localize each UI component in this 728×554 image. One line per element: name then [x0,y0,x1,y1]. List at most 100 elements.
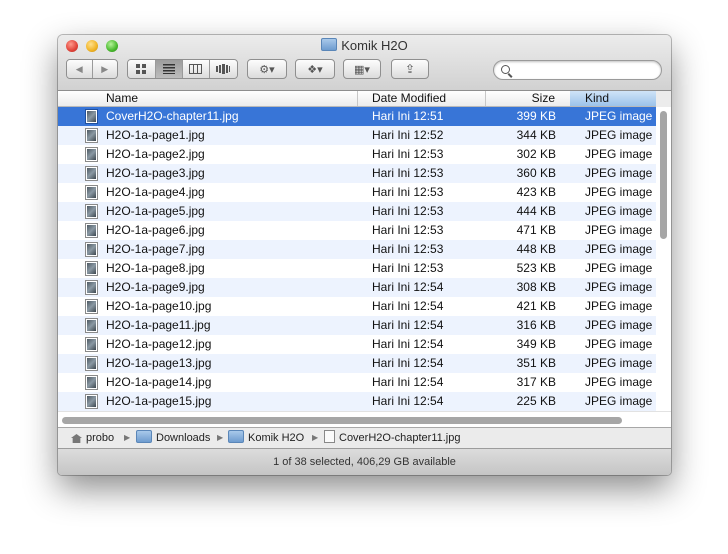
coverflow-view-icon [216,64,231,74]
gear-icon: ⚙▾ [259,63,275,76]
file-name: H2O-1a-page13.jpg [106,356,212,370]
status-text: 1 of 38 selected, 406,29 GB available [273,456,456,468]
file-row[interactable]: H2O-1a-page12.jpg Hari Ini 12:54 349 KB JPE… [58,335,656,354]
jpeg-thumbnail-icon [85,128,98,143]
jpeg-thumbnail-icon [85,394,98,409]
file-row[interactable]: H2O-1a-page2.jpg Hari Ini 12:53 302 KB JPEG… [58,145,656,164]
file-date-modified: Hari Ini 12:53 [372,261,444,275]
back-button[interactable]: ◀ [67,60,93,78]
size-column-header[interactable]: Size [486,91,570,106]
file-date-modified: Hari Ini 12:53 [372,223,444,237]
share-button[interactable]: ⇪ [391,59,429,79]
file-kind: JPEG image [585,375,653,389]
file-row[interactable]: H2O-1a-page5.jpg Hari Ini 12:53 444 KB JPEG… [58,202,656,221]
window-title-text: Komik H2O [341,38,408,53]
file-row[interactable]: H2O-1a-page9.jpg Hari Ini 12:54 308 KB JPEG… [58,278,656,297]
path-item-komik[interactable]: Komik H2O [228,428,304,448]
date-column-header[interactable]: Date Modified [358,91,486,106]
file-name: H2O-1a-page4.jpg [106,185,205,199]
file-kind: JPEG image [585,242,653,256]
file-name: H2O-1a-page12.jpg [106,337,212,351]
dropbox-menu-button[interactable]: ❖▾ [295,59,335,79]
file-row[interactable]: H2O-1a-page14.jpg Hari Ini 12:54 317 KB JPE… [58,373,656,392]
file-kind: JPEG image [585,261,653,275]
icon-view-icon [135,63,146,74]
file-size: 523 KB [516,261,556,275]
file-row[interactable]: H2O-1a-page8.jpg Hari Ini 12:53 523 KB JPEG… [58,259,656,278]
file-kind: JPEG image [585,185,653,199]
column-view-button[interactable] [183,60,210,78]
file-row[interactable]: H2O-1a-page10.jpg Hari Ini 12:54 421 KB JPE… [58,297,656,316]
path-item-home[interactable]: probo [71,428,114,448]
jpeg-thumbnail-icon [85,375,98,390]
coverflow-view-button[interactable] [209,60,237,78]
view-mode-control [127,59,238,79]
jpeg-thumbnail-icon [85,185,98,200]
file-row[interactable]: H2O-1a-page4.jpg Hari Ini 12:53 423 KB JPEG… [58,183,656,202]
file-size: 448 KB [516,242,556,256]
file-row[interactable]: CoverH2O-chapter11.jpg Hari Ini 12:51 399 … [58,107,656,126]
kind-column-header[interactable]: Kind [570,91,656,106]
file-date-modified: Hari Ini 12:54 [372,299,444,313]
file-size: 444 KB [516,204,556,218]
file-name: H2O-1a-page8.jpg [106,261,205,275]
vertical-scrollbar[interactable] [656,107,671,411]
vertical-scroll-thumb[interactable] [660,111,667,239]
jpeg-thumbnail-icon [85,242,98,257]
file-name: H2O-1a-page15.jpg [106,394,212,408]
file-size: 399 KB [516,109,556,123]
forward-button[interactable]: ▶ [92,60,117,78]
file-size: 316 KB [516,318,556,332]
file-name: H2O-1a-page3.jpg [106,166,205,180]
file-size: 423 KB [516,185,556,199]
home-icon [71,434,82,443]
action-menu-button[interactable]: ⚙▾ [247,59,287,79]
horizontal-scrollbar[interactable] [58,411,671,427]
status-bar: 1 of 38 selected, 406,29 GB available [58,448,671,475]
list-view-button[interactable] [155,60,183,78]
file-name: H2O-1a-page6.jpg [106,223,205,237]
search-field[interactable] [493,60,662,80]
file-name: H2O-1a-page11.jpg [106,318,211,332]
file-kind: JPEG image [585,147,653,161]
jpeg-thumbnail-icon [85,299,98,314]
file-kind: JPEG image [585,318,653,332]
file-row[interactable]: H2O-1a-page1.jpg Hari Ini 12:52 344 KB JPEG… [58,126,656,145]
path-bar: probo ▶ Downloads ▶ Komik H2O ▶ CoverH2O… [58,427,671,448]
icon-view-button[interactable] [128,60,156,78]
file-size: 349 KB [516,337,556,351]
jpeg-thumbnail-icon [85,109,98,124]
search-input[interactable] [514,63,658,79]
path-separator-icon: ▶ [124,433,131,442]
name-column-header[interactable]: Name [58,91,358,106]
folder-icon [228,430,244,443]
jpeg-thumbnail-icon [85,147,98,162]
arrange-menu-button[interactable]: ▦▾ [343,59,381,79]
file-name: H2O-1a-page7.jpg [106,242,205,256]
path-item-downloads[interactable]: Downloads [136,428,210,448]
column-view-icon [189,64,203,74]
file-row[interactable]: H2O-1a-page3.jpg Hari Ini 12:53 360 KB JPEG… [58,164,656,183]
horizontal-scroll-thumb[interactable] [62,417,622,424]
file-date-modified: Hari Ini 12:54 [372,356,444,370]
file-size: 225 KB [516,394,556,408]
file-size: 360 KB [516,166,556,180]
path-item-file[interactable]: CoverH2O-chapter11.jpg [324,428,460,448]
path-separator-icon: ▶ [217,433,224,442]
dropbox-icon: ❖▾ [307,63,323,76]
file-kind: JPEG image [585,356,653,370]
file-row[interactable]: H2O-1a-page15.jpg Hari Ini 12:54 225 KB JPE… [58,392,656,411]
file-kind: JPEG image [585,337,653,351]
file-row[interactable]: H2O-1a-page6.jpg Hari Ini 12:53 471 KB JPEG… [58,221,656,240]
file-date-modified: Hari Ini 12:51 [372,109,444,123]
file-row[interactable]: H2O-1a-page7.jpg Hari Ini 12:53 448 KB JPEG… [58,240,656,259]
file-kind: JPEG image [585,204,653,218]
file-size: 302 KB [516,147,556,161]
file-kind: JPEG image [585,109,653,123]
file-date-modified: Hari Ini 12:54 [372,280,444,294]
file-row[interactable]: H2O-1a-page11.jpg Hari Ini 12:54 316 KB JPE… [58,316,656,335]
file-date-modified: Hari Ini 12:54 [372,337,444,351]
jpeg-thumbnail-icon [85,318,98,333]
file-list: CoverH2O-chapter11.jpg Hari Ini 12:51 399 … [58,107,656,411]
file-row[interactable]: H2O-1a-page13.jpg Hari Ini 12:54 351 KB JPE… [58,354,656,373]
